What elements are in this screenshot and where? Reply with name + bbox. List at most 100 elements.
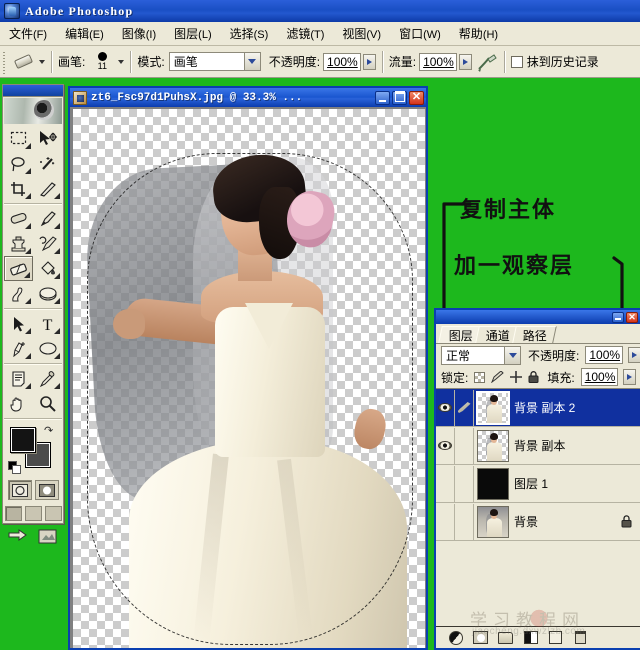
type-tool[interactable]: T: [33, 311, 62, 336]
history-brush-tool[interactable]: [33, 231, 62, 256]
airbrush-icon[interactable]: [476, 52, 498, 72]
table-row[interactable]: 背景: [436, 503, 640, 541]
lock-position-icon[interactable]: [509, 371, 522, 384]
menu-select[interactable]: 选择(S): [221, 22, 278, 45]
layer-thumbnail[interactable]: [477, 506, 509, 538]
lock-transparency-icon[interactable]: [473, 371, 486, 384]
dodge-tool[interactable]: [33, 281, 62, 306]
table-row[interactable]: 背景 副本: [436, 427, 640, 465]
opacity-slider-button[interactable]: [363, 54, 376, 70]
path-selection-tool[interactable]: [4, 311, 33, 336]
brush-tool[interactable]: [33, 206, 62, 231]
notes-tool[interactable]: [4, 366, 33, 391]
opacity-value: 100%: [327, 55, 358, 69]
marquee-tool[interactable]: [4, 126, 33, 151]
jump-to-icon[interactable]: [35, 527, 61, 547]
pen-tool[interactable]: [4, 336, 33, 361]
healing-brush-tool[interactable]: [4, 206, 33, 231]
layer-visibility-toggle[interactable]: [436, 428, 455, 464]
menu-filter[interactable]: 滤镜(T): [277, 22, 333, 45]
hand-tool[interactable]: [4, 391, 33, 416]
slice-tool[interactable]: [33, 176, 62, 201]
jump-to-imageready-icon[interactable]: [6, 527, 32, 547]
layer-name: 背景: [514, 513, 621, 530]
eraser-tool[interactable]: [4, 256, 33, 281]
mode-select[interactable]: 画笔: [169, 52, 261, 71]
tool-preset-chevron-down-icon[interactable]: [39, 60, 45, 64]
layer-visibility-toggle[interactable]: [436, 466, 455, 502]
layer-link-toggle[interactable]: [455, 466, 474, 502]
shape-tool[interactable]: [33, 336, 62, 361]
new-group-icon[interactable]: [498, 630, 513, 645]
flow-slider-button[interactable]: [459, 54, 472, 70]
move-tool[interactable]: [33, 126, 62, 151]
menu-layer[interactable]: 图层(L): [165, 22, 220, 45]
clone-stamp-tool[interactable]: [4, 231, 33, 256]
add-layer-mask-icon[interactable]: [473, 630, 488, 645]
crop-tool[interactable]: [4, 176, 33, 201]
panel-titlebar[interactable]: ✕: [436, 310, 640, 324]
paint-bucket-tool[interactable]: [33, 256, 62, 281]
fill-field[interactable]: 100%: [581, 368, 619, 386]
opacity-field[interactable]: 100%: [323, 53, 361, 71]
foreground-color-swatch[interactable]: [10, 427, 36, 453]
flow-field[interactable]: 100%: [419, 53, 457, 71]
image-canvas[interactable]: [73, 109, 425, 648]
eraser-tool-icon[interactable]: [10, 51, 36, 73]
quick-mask-mode-icon[interactable]: [35, 480, 59, 500]
layer-active-indicator[interactable]: [455, 390, 474, 426]
panel-opacity-slider-button[interactable]: [628, 347, 640, 363]
layer-thumbnail[interactable]: [477, 468, 509, 500]
eyedropper-tool[interactable]: [33, 366, 62, 391]
canvas-area[interactable]: [70, 107, 426, 648]
layer-visibility-toggle[interactable]: [436, 390, 455, 426]
lock-image-icon[interactable]: [491, 371, 504, 384]
layer-style-icon[interactable]: [448, 630, 463, 645]
table-row[interactable]: 图层 1: [436, 465, 640, 503]
menu-file[interactable]: 文件(F): [0, 22, 56, 45]
toolbox-titlebar[interactable]: [3, 85, 63, 97]
layer-thumbnail[interactable]: [477, 392, 509, 424]
document-titlebar[interactable]: zt6_Fsc97d1PuhsX.jpg @ 33.3% ... ✕: [70, 88, 426, 107]
tab-paths[interactable]: 路径: [512, 326, 557, 343]
default-colors-icon[interactable]: [8, 461, 20, 473]
brush-preview[interactable]: 11: [89, 49, 115, 75]
lasso-tool[interactable]: [4, 151, 33, 176]
chevron-down-icon[interactable]: [504, 347, 520, 364]
zoom-tool[interactable]: [33, 391, 62, 416]
fill-slider-button[interactable]: [623, 369, 636, 385]
delete-layer-icon[interactable]: [573, 630, 588, 645]
menu-window[interactable]: 窗口(W): [390, 22, 450, 45]
maximize-icon[interactable]: [392, 91, 407, 105]
layer-visibility-toggle[interactable]: [436, 504, 455, 540]
new-adjustment-layer-icon[interactable]: [523, 630, 538, 645]
full-screen-icon[interactable]: [45, 506, 62, 521]
table-row[interactable]: 背景 副本 2: [436, 389, 640, 427]
minimize-icon[interactable]: [612, 312, 624, 323]
layer-link-toggle[interactable]: [455, 428, 474, 464]
standard-screen-icon[interactable]: [5, 506, 22, 521]
menu-help[interactable]: 帮助(H): [450, 22, 507, 45]
panel-opacity-field[interactable]: 100%: [585, 346, 623, 364]
lock-all-icon[interactable]: [527, 371, 540, 384]
menu-image[interactable]: 图像(I): [113, 22, 165, 45]
minimize-icon[interactable]: [375, 91, 390, 105]
brush-chevron-down-icon[interactable]: [118, 60, 124, 64]
blend-mode-select[interactable]: 正常: [441, 346, 521, 365]
magic-wand-tool[interactable]: [33, 151, 62, 176]
layer-link-toggle[interactable]: [455, 504, 474, 540]
close-icon[interactable]: ✕: [626, 312, 638, 323]
erase-to-history-checkbox[interactable]: [511, 56, 523, 68]
layer-thumbnail[interactable]: [477, 430, 509, 462]
menu-view[interactable]: 视图(V): [333, 22, 390, 45]
options-bar-grip[interactable]: [1, 49, 10, 75]
swap-colors-icon[interactable]: ↷: [44, 425, 56, 437]
smudge-tool[interactable]: [4, 281, 33, 306]
new-layer-icon[interactable]: [548, 630, 563, 645]
full-screen-menubar-icon[interactable]: [25, 506, 42, 521]
standard-mode-icon[interactable]: [8, 480, 32, 500]
close-icon[interactable]: ✕: [409, 91, 424, 105]
dress-bodice: [215, 307, 325, 457]
menu-edit[interactable]: 编辑(E): [56, 22, 113, 45]
chevron-down-icon[interactable]: [244, 53, 260, 70]
